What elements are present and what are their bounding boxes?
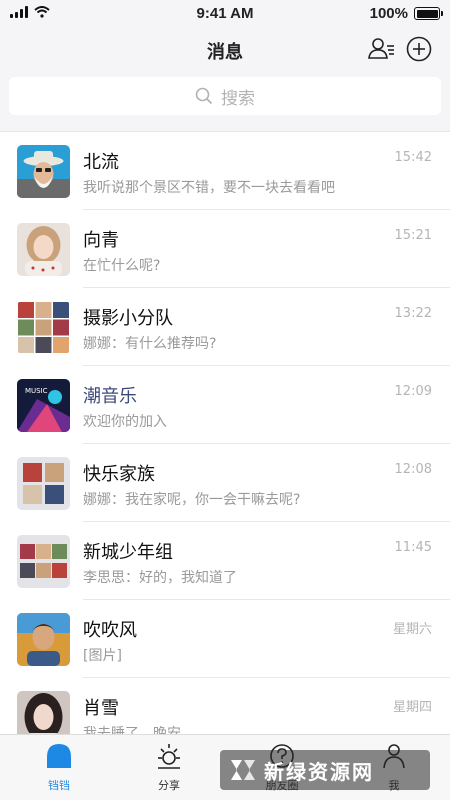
avatar: MUSIC [17, 379, 70, 432]
conversation-preview: 娜娜：我在家呢，你一会干嘛去呢? [83, 492, 301, 508]
svg-text:MUSIC: MUSIC [25, 387, 48, 395]
contacts-icon[interactable] [367, 36, 395, 62]
conversation-row[interactable]: 北流 我听说那个景区不错，要不一块去看看吧 15:42 [0, 132, 450, 210]
tab-label: 铛铛 [48, 779, 70, 792]
watermark-logo-icon [231, 760, 255, 780]
conversation-row[interactable]: MUSIC 潮音乐 欢迎你的加入 12:09 [0, 366, 450, 444]
avatar [17, 301, 70, 354]
avatar [17, 145, 70, 198]
conversation-preview: 我听说那个景区不错，要不一块去看看吧 [83, 180, 335, 196]
conversation-row[interactable]: 吹吹风 [图片] 星期六 [0, 600, 450, 678]
conversation-name: 潮音乐 [83, 386, 137, 407]
search-icon [195, 87, 213, 105]
battery-percent: 100% [369, 5, 408, 22]
conversation-name: 肖雪 [83, 698, 119, 719]
bell-icon [47, 744, 71, 768]
conversation-row[interactable]: 快乐家族 娜娜：我在家呢，你一会干嘛去呢? 12:08 [0, 444, 450, 522]
conversation-row[interactable]: 摄影小分队 娜娜：有什么推荐吗? 13:22 [0, 288, 450, 366]
nav-bar: 消息 [0, 28, 450, 70]
avatar [17, 535, 70, 588]
conversation-row[interactable]: 向青 在忙什么呢? 15:21 [0, 210, 450, 288]
conversation-time: 13:22 [394, 306, 432, 321]
conversation-preview: [图片] [83, 648, 122, 664]
conversation-list: 北流 我听说那个景区不错，要不一块去看看吧 15:42 向青 在忙什么呢? 15… [0, 132, 450, 756]
avatar [17, 223, 70, 276]
conversation-name: 快乐家族 [83, 464, 155, 485]
avatar [17, 613, 70, 666]
conversation-preview: 娜娜：有什么推荐吗? [83, 336, 217, 352]
add-circle-icon[interactable] [406, 36, 432, 62]
conversation-row[interactable]: 新城少年组 李思思：好的，我知道了 11:45 [0, 522, 450, 600]
conversation-time: 星期四 [392, 700, 432, 715]
sun-icon [158, 744, 180, 769]
conversation-name: 摄影小分队 [83, 308, 173, 329]
conversation-time: 星期六 [392, 622, 432, 637]
search-placeholder: 搜索 [221, 88, 255, 109]
battery-icon [414, 7, 443, 20]
conversation-preview: 在忙什么呢? [83, 258, 161, 274]
conversation-name: 吹吹风 [83, 620, 137, 641]
search-area: 搜索 [0, 70, 450, 132]
search-input[interactable]: 搜索 [9, 77, 441, 115]
tab-share[interactable]: 分享 [139, 741, 199, 793]
conversation-time: 12:08 [394, 462, 432, 477]
tab-dangdang[interactable]: 铛铛 [29, 741, 89, 793]
watermark-overlay: 新绿资源网 [220, 750, 430, 790]
conversation-time: 15:42 [394, 150, 432, 165]
tab-label: 分享 [158, 779, 180, 792]
conversation-time: 11:45 [394, 540, 432, 555]
status-right: 100% [369, 5, 443, 22]
conversation-name: 北流 [83, 152, 119, 173]
conversation-name: 向青 [83, 230, 119, 251]
conversation-name: 新城少年组 [83, 542, 173, 563]
conversation-preview: 欢迎你的加入 [83, 414, 167, 430]
watermark-text: 新绿资源网 [264, 759, 374, 784]
conversation-time: 15:21 [394, 228, 432, 243]
status-bar: 9:41 AM 100% [0, 0, 450, 28]
avatar [17, 457, 70, 510]
conversation-time: 12:09 [394, 384, 432, 399]
conversation-preview: 李思思：好的，我知道了 [83, 570, 237, 586]
